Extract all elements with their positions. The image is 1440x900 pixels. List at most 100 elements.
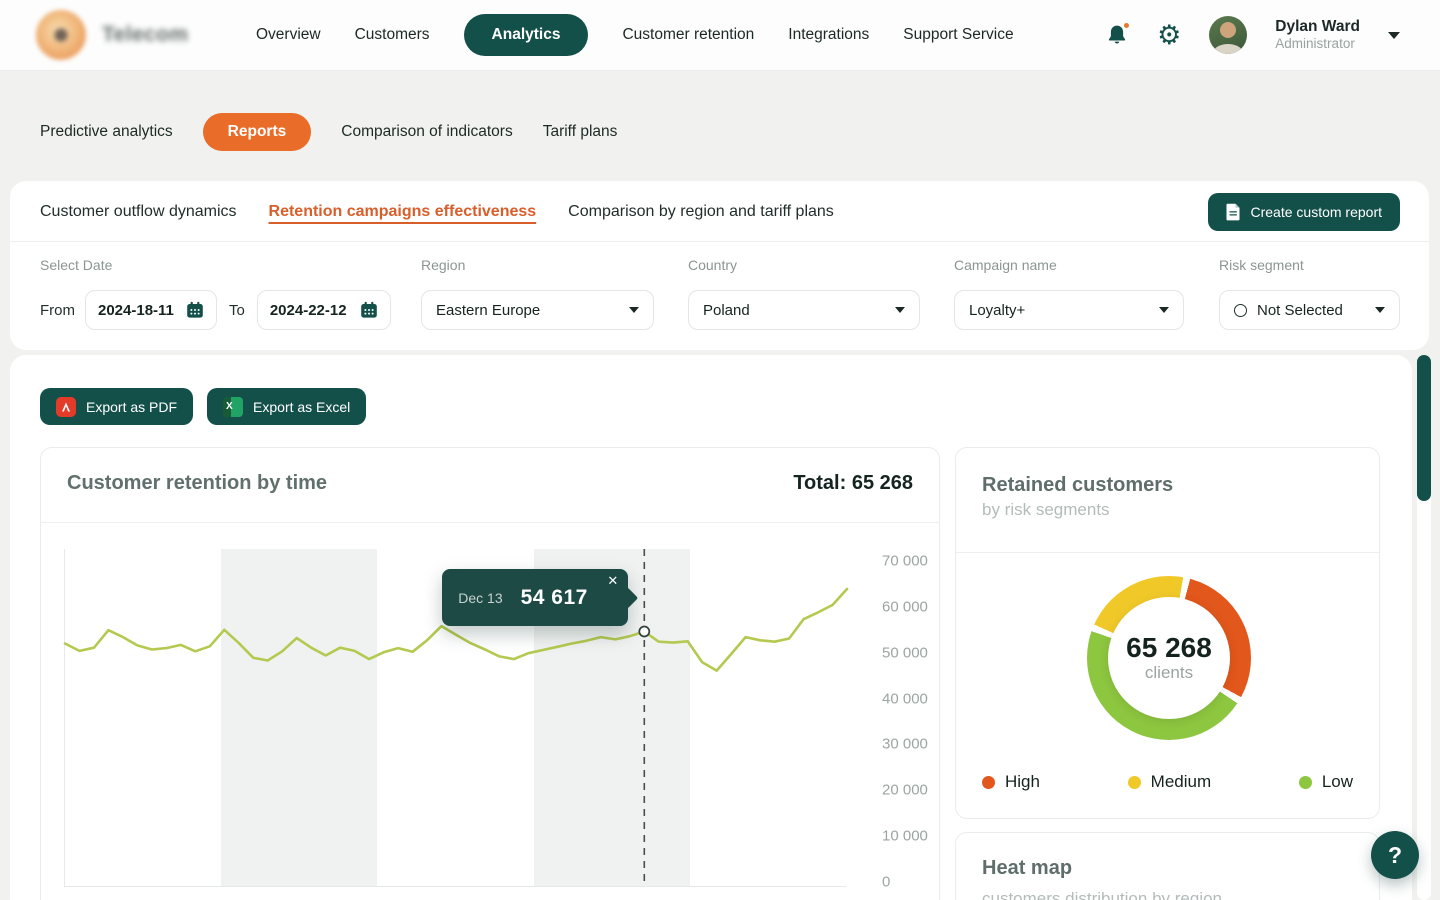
report-controls-panel: Customer outflow dynamics Retention campa… [10, 181, 1429, 350]
y-tick: 0 [882, 874, 890, 891]
chevron-down-icon [1159, 307, 1169, 313]
user-name: Dylan Ward [1275, 17, 1360, 36]
tab-tariff-plans[interactable]: Tariff plans [543, 123, 618, 141]
tooltip-date: Dec 13 [458, 590, 502, 606]
legend-label-medium: Medium [1151, 772, 1211, 792]
export-as-excel-button[interactable]: XExport as Excel [207, 388, 366, 425]
export-as-pdf-button[interactable]: Export as PDF [40, 388, 193, 425]
filter-label-risk-segment: Risk segment [1219, 257, 1400, 273]
select-risk-segment[interactable]: Not Selected [1219, 290, 1400, 330]
nav-item-customer-retention[interactable]: Customer retention [622, 26, 754, 44]
filter-country: Country Poland [688, 257, 920, 330]
retained-customers-card: Retained customers by risk segments 65 2… [955, 447, 1380, 819]
heat-map-title: Heat map [982, 857, 1072, 880]
legend-item-high: High [982, 772, 1040, 792]
retention-chart-card: Customer retention by time Total: 65 268… [40, 447, 940, 900]
chevron-down-icon [895, 307, 905, 313]
tooltip-value: 54 617 [521, 586, 588, 610]
highlight-marker[interactable] [639, 627, 649, 637]
scrollbar-thumb[interactable] [1417, 355, 1431, 501]
tab-comparison-of-indicators[interactable]: Comparison of indicators [341, 123, 512, 141]
header-actions: ⚙ Dylan Ward Administrator [1105, 16, 1400, 54]
date-to-input[interactable]: 2024-22-12 [257, 290, 391, 330]
y-axis-ticks: 70 00060 00050 00040 00030 00020 00010 0… [882, 549, 962, 887]
legend-dot-high [982, 776, 995, 789]
brand-logo-icon [36, 10, 86, 60]
subtab-customer-outflow-dynamics[interactable]: Customer outflow dynamics [40, 203, 237, 223]
nav-item-analytics[interactable]: Analytics [464, 14, 589, 56]
brand: Telecom [36, 10, 226, 60]
date-filter-label: Select Date [40, 257, 391, 273]
select-value-campaign-name: Loyalty+ [969, 302, 1159, 319]
select-value-country: Poland [703, 302, 895, 319]
line-chart-plot: Dec 13 54 617 ✕ [64, 549, 846, 887]
chart-tooltip: Dec 13 54 617 ✕ [442, 569, 628, 626]
circle-outline-icon [1234, 304, 1247, 317]
tooltip-close-icon[interactable]: ✕ [607, 574, 618, 587]
subtab-retention-campaigns-effectiveness[interactable]: Retention campaigns effectiveness [269, 203, 537, 223]
y-tick: 70 000 [882, 553, 928, 570]
main-nav: Overview Customers Analytics Customer reten… [256, 14, 1014, 56]
user-role: Administrator [1275, 36, 1360, 53]
chevron-down-icon [1375, 307, 1385, 313]
retained-title: Retained customers [982, 474, 1173, 497]
heat-map-card: Heat map customers distribution by regio… [955, 832, 1380, 900]
notifications-button[interactable] [1105, 23, 1129, 47]
y-tick: 10 000 [882, 828, 928, 845]
date-from-input[interactable]: 2024-18-11 [85, 290, 217, 330]
divider [956, 552, 1379, 553]
risk-legend: High Medium Low [982, 772, 1353, 792]
divider [41, 522, 939, 523]
y-tick: 40 000 [882, 690, 928, 707]
calendar-icon [360, 301, 378, 319]
avatar[interactable] [1209, 16, 1247, 54]
nav-item-overview[interactable]: Overview [256, 26, 321, 44]
retained-subtitle: by risk segments [982, 500, 1110, 520]
filter-risk-segment: Risk segment Not Selected [1219, 257, 1400, 330]
legend-label-low: Low [1322, 772, 1353, 792]
donut-center-label: clients [1145, 663, 1193, 683]
chart-total: Total: 65 268 [793, 472, 913, 495]
select-value-region: Eastern Europe [436, 302, 629, 319]
document-icon [1226, 203, 1241, 221]
y-tick: 30 000 [882, 736, 928, 753]
calendar-icon [186, 301, 204, 319]
brand-name: Telecom [102, 23, 188, 47]
risk-donut-chart: 65 268 clients [1087, 576, 1251, 740]
export-label: Export as PDF [86, 399, 177, 415]
settings-gear-icon[interactable]: ⚙ [1157, 22, 1181, 49]
user-menu[interactable]: Dylan Ward Administrator [1275, 17, 1360, 53]
y-tick: 50 000 [882, 644, 928, 661]
heat-map-subtitle: customers distribution by region [982, 889, 1222, 900]
chevron-down-icon [629, 307, 639, 313]
help-button[interactable]: ? [1371, 831, 1419, 879]
filters-row: Select Date From 2024-18-11 To 2024-22-1… [10, 257, 1429, 337]
y-tick: 60 000 [882, 598, 928, 615]
report-subtabs: Customer outflow dynamics Retention campa… [40, 203, 834, 223]
from-label: From [40, 302, 75, 319]
nav-item-customers[interactable]: Customers [355, 26, 430, 44]
filter-label-region: Region [421, 257, 654, 273]
legend-dot-medium [1128, 776, 1141, 789]
create-custom-report-button[interactable]: Create custom report [1208, 193, 1401, 231]
pdf-icon [56, 397, 76, 417]
legend-label-high: High [1005, 772, 1040, 792]
select-campaign-name[interactable]: Loyalty+ [954, 290, 1184, 330]
select-country[interactable]: Poland [688, 290, 920, 330]
select-value-risk-segment: Not Selected [1257, 302, 1375, 319]
tab-predictive-analytics[interactable]: Predictive analytics [40, 123, 173, 141]
scrollbar-track[interactable] [1417, 355, 1431, 900]
filter-campaign-name: Campaign nameLoyalty+ [954, 257, 1184, 330]
report-content-panel: Export as PDF XExport as Excel Customer r… [10, 355, 1412, 900]
subtab-comparison-by-region-and-tariff-plans[interactable]: Comparison by region and tariff plans [568, 203, 834, 223]
nav-item-support-service[interactable]: Support Service [903, 26, 1013, 44]
filter-region: Region Eastern Europe [421, 257, 654, 330]
filter-label-country: Country [688, 257, 920, 273]
select-region[interactable]: Eastern Europe [421, 290, 654, 330]
top-bar: Telecom Overview Customers Analytics Custom… [0, 0, 1440, 71]
export-label: Export as Excel [253, 399, 350, 415]
nav-item-integrations[interactable]: Integrations [788, 26, 869, 44]
tab-reports[interactable]: Reports [203, 113, 312, 151]
user-menu-chevron-down-icon[interactable] [1388, 32, 1400, 39]
divider [10, 241, 1429, 242]
